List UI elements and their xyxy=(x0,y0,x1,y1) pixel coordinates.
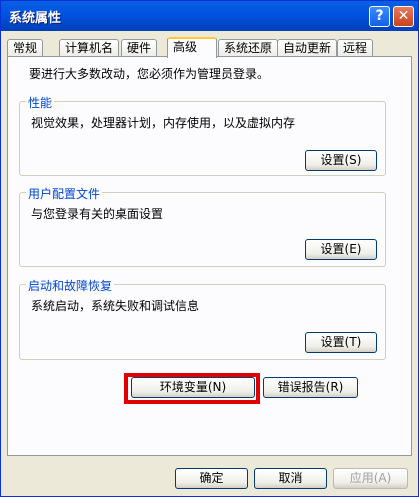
performance-legend: 性能 xyxy=(26,94,55,111)
startup-recovery-description: 系统启动，系统失败和调试信息 xyxy=(31,299,200,313)
performance-settings-button[interactable]: 设置(S) xyxy=(305,150,377,171)
close-button[interactable]: ✕ xyxy=(393,6,414,27)
tab-general[interactable]: 常规 xyxy=(7,39,44,57)
startup-recovery-group: 启动和故障恢复 系统启动，系统失败和调试信息 设置(T) xyxy=(19,277,386,360)
tab-computer-name[interactable]: 计算机名 xyxy=(59,39,120,57)
help-button[interactable]: ? xyxy=(369,6,390,27)
error-reporting-button[interactable]: 错误报告(R) xyxy=(263,377,358,398)
tab-automatic-updates[interactable]: 自动更新 xyxy=(277,39,338,57)
user-profiles-description: 与您登录有关的桌面设置 xyxy=(31,207,164,221)
tab-hardware[interactable]: 硬件 xyxy=(121,39,158,57)
performance-group: 性能 视觉效果，处理器计划，内存使用，以及虚拟内存 设置(S) xyxy=(19,94,386,176)
title-bar[interactable]: 系统属性 ? ✕ xyxy=(1,1,418,31)
cancel-button[interactable]: 取消 xyxy=(254,468,327,489)
system-properties-window: 系统属性 ? ✕ 常规 计算机名 硬件 高级 系统还原 自动更新 远程 要进行大… xyxy=(0,0,419,497)
tab-remote[interactable]: 远程 xyxy=(337,39,374,57)
tab-system-restore[interactable]: 系统还原 xyxy=(218,39,279,57)
tab-advanced[interactable]: 高级 xyxy=(167,37,217,58)
startup-recovery-legend: 启动和故障恢复 xyxy=(26,277,115,294)
window-title: 系统属性 xyxy=(9,11,62,26)
apply-button[interactable]: 应用(A) xyxy=(333,468,408,489)
user-profiles-group: 用户配置文件 与您登录有关的桌面设置 设置(E) xyxy=(19,185,386,267)
startup-recovery-settings-button[interactable]: 设置(T) xyxy=(305,332,377,353)
user-profiles-settings-button[interactable]: 设置(E) xyxy=(305,239,377,260)
tab-strip: 常规 计算机名 硬件 高级 系统还原 自动更新 远程 xyxy=(7,37,407,58)
admin-notice: 要进行大多数改动，您必须作为管理员登录。 xyxy=(29,67,270,81)
ok-button[interactable]: 确定 xyxy=(175,468,248,489)
highlight-box xyxy=(124,373,260,404)
user-profiles-legend: 用户配置文件 xyxy=(26,185,103,202)
performance-description: 视觉效果，处理器计划，内存使用，以及虚拟内存 xyxy=(31,116,296,130)
